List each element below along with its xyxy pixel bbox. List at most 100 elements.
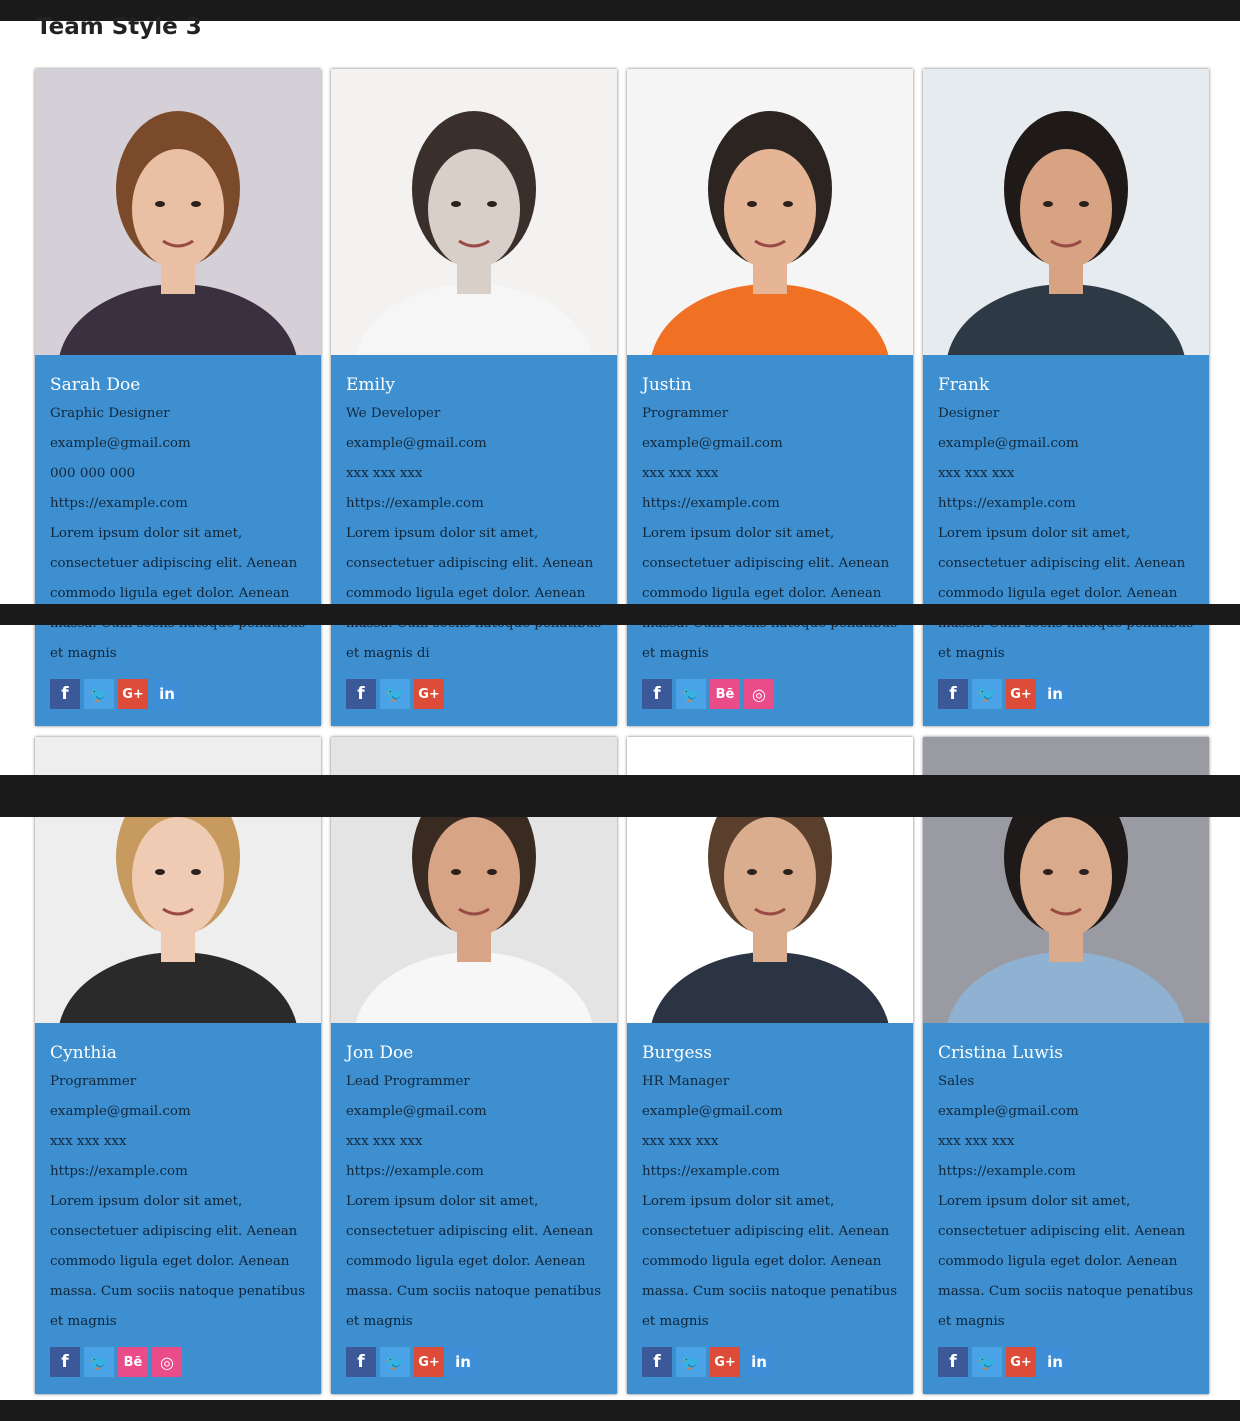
member-website[interactable]: https://example.com (50, 1157, 306, 1187)
team-member-card: Justin Programmer example@gmail.com xxx xxx… (627, 69, 913, 726)
social-links: f 🐦 G+ in (331, 1347, 617, 1377)
member-role: Sales (938, 1074, 975, 1089)
google-plus-icon[interactable]: G+ (1006, 679, 1036, 709)
member-email[interactable]: example@gmail.com (50, 1097, 306, 1127)
member-phone: xxx xxx xxx (642, 466, 719, 481)
member-name: Emily (346, 375, 396, 395)
member-role: HR Manager (642, 1074, 730, 1089)
member-email[interactable]: example@gmail.com (346, 1097, 602, 1127)
member-name: Cristina Luwis (938, 1043, 1064, 1063)
team-grid: Sarah Doe Graphic Designer example@gmail.c… (35, 69, 1209, 1394)
member-bio: Lorem ipsum dolor sit amet, consectetuer… (50, 1194, 306, 1329)
twitter-icon[interactable]: 🐦 (84, 1347, 114, 1377)
portrait-illustration (651, 111, 889, 355)
linkedin-icon[interactable]: in (744, 1347, 774, 1377)
portrait-illustration (59, 111, 297, 355)
member-email[interactable]: example@gmail.com (938, 429, 1194, 459)
linkedin-icon[interactable]: in (448, 1347, 478, 1377)
social-links: f 🐦 G+ (331, 679, 617, 709)
linkedin-icon[interactable]: in (1040, 1347, 1070, 1377)
social-links: f 🐦 G+ in (35, 679, 321, 709)
member-bio: Lorem ipsum dolor sit amet, consectetuer… (642, 1194, 898, 1329)
member-role: Lead Programmer (346, 1074, 470, 1089)
team-member-card: Cynthia Programmer example@gmail.com xxx xx… (35, 737, 321, 1394)
twitter-icon[interactable]: 🐦 (380, 679, 410, 709)
member-photo (35, 69, 321, 355)
twitter-icon[interactable]: 🐦 (676, 1347, 706, 1377)
member-bio: Lorem ipsum dolor sit amet, consectetuer… (938, 526, 1193, 661)
social-links: f 🐦 Bē ◎ (35, 1347, 321, 1377)
member-email[interactable]: example@gmail.com (642, 1097, 898, 1127)
google-plus-icon[interactable]: G+ (1006, 1347, 1036, 1377)
twitter-icon[interactable]: 🐦 (972, 679, 1002, 709)
dribbble-icon[interactable]: ◎ (152, 1347, 182, 1377)
linkedin-icon[interactable]: in (152, 679, 182, 709)
facebook-icon[interactable]: f (642, 1347, 672, 1377)
member-role: Programmer (50, 1074, 137, 1089)
overlay-bar (0, 604, 1240, 625)
member-phone: xxx xxx xxx (642, 1134, 719, 1149)
member-phone: 000 000 000 (50, 466, 136, 481)
member-phone: xxx xxx xxx (346, 1134, 423, 1149)
social-links: f 🐦 G+ in (923, 679, 1209, 709)
dribbble-icon[interactable]: ◎ (744, 679, 774, 709)
member-info: Cristina Luwis Sales example@gmail.com xxx … (923, 1023, 1209, 1337)
member-phone: xxx xxx xxx (50, 1134, 127, 1149)
member-website[interactable]: https://example.com (642, 489, 898, 519)
linkedin-icon[interactable]: in (1040, 679, 1070, 709)
facebook-icon[interactable]: f (346, 1347, 376, 1377)
google-plus-icon[interactable]: G+ (710, 1347, 740, 1377)
member-photo (331, 69, 617, 355)
team-member-card: Jon Doe Lead Programmer example@gmail.com x… (331, 737, 617, 1394)
member-role: Programmer (642, 406, 729, 421)
facebook-icon[interactable]: f (938, 679, 968, 709)
google-plus-icon[interactable]: G+ (118, 679, 148, 709)
portrait-illustration (947, 111, 1185, 355)
team-member-card: Emily We Developer example@gmail.com xxx xx… (331, 69, 617, 726)
member-phone: xxx xxx xxx (346, 466, 423, 481)
member-website[interactable]: https://example.com (50, 489, 306, 519)
member-bio: Lorem ipsum dolor sit amet, consectetuer… (938, 1194, 1194, 1329)
member-email[interactable]: example@gmail.com (50, 429, 306, 459)
member-bio: Lorem ipsum dolor sit amet, consectetuer… (346, 1194, 602, 1329)
google-plus-icon[interactable]: G+ (414, 679, 444, 709)
team-member-card: Burgess HR Manager example@gmail.com xxx xx… (627, 737, 913, 1394)
member-role: Designer (938, 406, 1000, 421)
member-website[interactable]: https://example.com (346, 489, 602, 519)
member-bio: Lorem ipsum dolor sit amet, consectetuer… (50, 526, 305, 661)
member-name: Justin (642, 375, 692, 395)
member-bio: Lorem ipsum dolor sit amet, consectetuer… (642, 526, 897, 661)
facebook-icon[interactable]: f (50, 1347, 80, 1377)
member-website[interactable]: https://example.com (938, 1157, 1194, 1187)
member-photo (923, 69, 1209, 355)
facebook-icon[interactable]: f (938, 1347, 968, 1377)
member-info: Cynthia Programmer example@gmail.com xxx xx… (35, 1023, 321, 1337)
google-plus-icon[interactable]: G+ (414, 1347, 444, 1377)
member-website[interactable]: https://example.com (642, 1157, 898, 1187)
member-website[interactable]: https://example.com (938, 489, 1194, 519)
facebook-icon[interactable]: f (642, 679, 672, 709)
social-links: f 🐦 G+ in (923, 1347, 1209, 1377)
behance-icon[interactable]: Bē (118, 1347, 148, 1377)
twitter-icon[interactable]: 🐦 (84, 679, 114, 709)
member-email[interactable]: example@gmail.com (642, 429, 898, 459)
facebook-icon[interactable]: f (346, 679, 376, 709)
twitter-icon[interactable]: 🐦 (676, 679, 706, 709)
member-email[interactable]: example@gmail.com (346, 429, 602, 459)
member-info: Burgess HR Manager example@gmail.com xxx xx… (627, 1023, 913, 1337)
member-name: Frank (938, 375, 990, 395)
team-member-card: Sarah Doe Graphic Designer example@gmail.c… (35, 69, 321, 726)
member-website[interactable]: https://example.com (346, 1157, 602, 1187)
member-role: Graphic Designer (50, 406, 170, 421)
twitter-icon[interactable]: 🐦 (380, 1347, 410, 1377)
facebook-icon[interactable]: f (50, 679, 80, 709)
twitter-icon[interactable]: 🐦 (972, 1347, 1002, 1377)
member-email[interactable]: example@gmail.com (938, 1097, 1194, 1127)
section-title: Team Style 3 (36, 14, 202, 40)
social-links: f 🐦 G+ in (627, 1347, 913, 1377)
team-member-card: Cristina Luwis Sales example@gmail.com xxx … (923, 737, 1209, 1394)
behance-icon[interactable]: Bē (710, 679, 740, 709)
portrait-illustration (355, 111, 593, 355)
team-member-card: Frank Designer example@gmail.com xxx xxx xx… (923, 69, 1209, 726)
overlay-bar (0, 775, 1240, 817)
